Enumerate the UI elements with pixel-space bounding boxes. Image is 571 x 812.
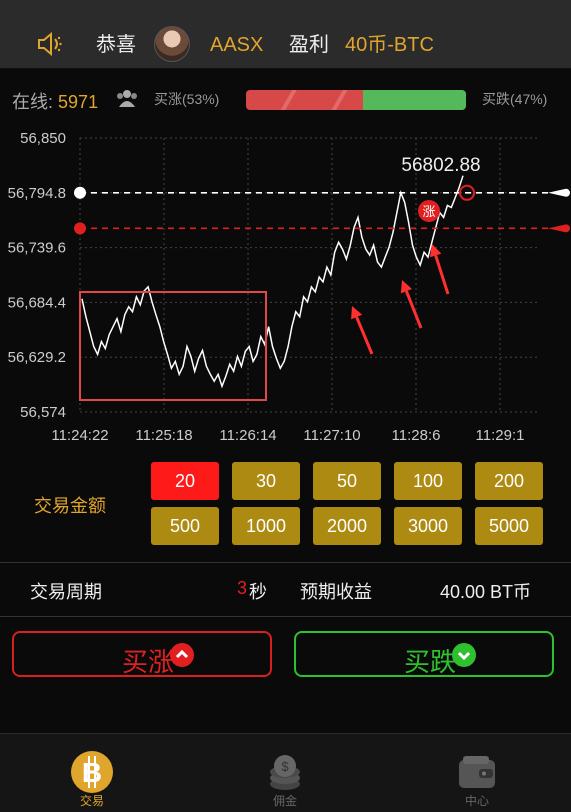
price-chart[interactable]: 56,850 56,794.8 56,739.6 56,684.4 56,629.2 56… bbox=[0, 118, 571, 458]
online-count: 5971 bbox=[58, 92, 99, 112]
amount-option-20[interactable]: 20 bbox=[151, 462, 219, 500]
nav-item-center[interactable]: 中心 bbox=[427, 734, 527, 812]
buy-up-label: 买涨 bbox=[121, 647, 174, 677]
wallet-icon bbox=[459, 756, 495, 788]
buy-down-button[interactable]: 买跌 bbox=[294, 631, 554, 677]
expected-value: 40.00 BT币 bbox=[440, 582, 532, 602]
entry-marker-label: 涨 bbox=[422, 205, 435, 220]
y-tick-label: 56,739.6 bbox=[8, 240, 66, 257]
nav-label-commission: 佣金 bbox=[272, 794, 297, 808]
y-tick-label: 56,629.2 bbox=[8, 349, 66, 366]
buy-down-percent: 买跌(47%) bbox=[482, 91, 548, 107]
x-tick-label: 11:25:18 bbox=[135, 427, 192, 444]
amount-option-50[interactable]: 50 bbox=[313, 462, 381, 500]
annotation-arrow bbox=[355, 316, 374, 355]
current-price-pointer-icon bbox=[548, 188, 570, 197]
x-tick-label: 11:26:14 bbox=[219, 427, 276, 444]
x-tick-label: 11:27:10 bbox=[303, 427, 360, 444]
speaker-icon[interactable] bbox=[36, 30, 64, 58]
y-tick-label: 56,850 bbox=[20, 130, 66, 147]
amount-label: 交易金额 bbox=[34, 496, 106, 516]
online-label: 在线: bbox=[12, 92, 54, 112]
price-line bbox=[81, 175, 464, 389]
current-price-label: 56802.88 bbox=[401, 155, 480, 176]
buy-down-label: 买跌 bbox=[403, 647, 456, 677]
username: AASX bbox=[210, 34, 264, 56]
annotation-arrow bbox=[434, 254, 450, 295]
highlight-box bbox=[79, 291, 267, 401]
y-tick-label: 56,794.8 bbox=[8, 185, 66, 202]
y-tick-label: 56,684.4 bbox=[8, 294, 66, 311]
entry-price-dot bbox=[74, 222, 86, 235]
coin-stack-icon: $ bbox=[270, 755, 300, 790]
x-tick-label: 11:24:22 bbox=[51, 427, 108, 444]
x-tick-label: 11:28:6 bbox=[392, 427, 441, 444]
amount-option-30[interactable]: 30 bbox=[232, 462, 300, 500]
period-unit: 秒 bbox=[249, 582, 267, 602]
y-tick-label: 56,574 bbox=[20, 404, 66, 421]
profit-value: 40币-BTC bbox=[345, 34, 434, 56]
svg-text:B: B bbox=[82, 757, 102, 788]
nav-item-commission[interactable]: $ 佣金 bbox=[235, 734, 335, 812]
ratio-up-segment bbox=[246, 90, 363, 110]
divider bbox=[0, 616, 571, 617]
amount-option-5000[interactable]: 5000 bbox=[475, 507, 543, 545]
expected-label: 预期收益 bbox=[300, 582, 372, 602]
bottom-nav: B 交易 $ 佣金 中心 bbox=[0, 733, 571, 812]
period-value: 3 bbox=[237, 578, 248, 598]
chevron-down-icon bbox=[452, 643, 476, 667]
entry-price-pointer-icon bbox=[548, 224, 570, 233]
ratio-down-segment bbox=[362, 90, 466, 110]
avatar bbox=[154, 26, 190, 62]
users-icon bbox=[117, 90, 137, 107]
amount-option-100[interactable]: 100 bbox=[394, 462, 462, 500]
buy-up-percent: 买涨(53%) bbox=[154, 91, 220, 107]
period-label: 交易周期 bbox=[30, 582, 102, 602]
header-bar: 恭喜 AASX 盈利 40币-BTC bbox=[0, 0, 571, 69]
divider bbox=[0, 562, 571, 563]
svg-text:$: $ bbox=[281, 759, 289, 774]
sentiment-ratio-bar bbox=[246, 90, 466, 110]
bitcoin-icon: B bbox=[71, 751, 113, 793]
buy-up-button[interactable]: 买涨 bbox=[12, 631, 272, 677]
amount-option-200[interactable]: 200 bbox=[475, 462, 543, 500]
nav-item-trade[interactable]: B 交易 bbox=[42, 734, 142, 812]
congrats-text: 恭喜 bbox=[96, 34, 136, 56]
annotation-arrow bbox=[405, 290, 423, 329]
current-price-dot bbox=[74, 186, 86, 199]
x-tick-label: 11:29:1 bbox=[476, 427, 525, 444]
nav-label-center: 中心 bbox=[464, 794, 489, 808]
nav-label-trade: 交易 bbox=[79, 794, 104, 808]
chevron-up-icon bbox=[170, 643, 194, 667]
amount-option-3000[interactable]: 3000 bbox=[394, 507, 462, 545]
amount-option-2000[interactable]: 2000 bbox=[313, 507, 381, 545]
amount-option-500[interactable]: 500 bbox=[151, 507, 219, 545]
amount-option-1000[interactable]: 1000 bbox=[232, 507, 300, 545]
profit-label: 盈利 bbox=[289, 34, 329, 56]
